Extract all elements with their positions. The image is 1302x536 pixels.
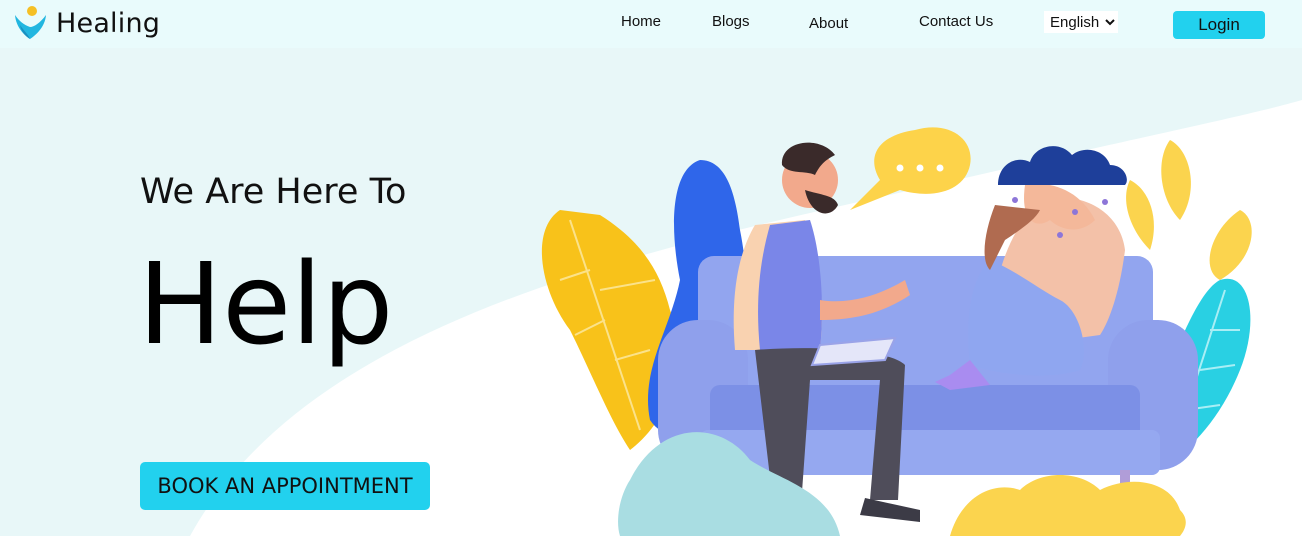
login-button[interactable]: Login	[1173, 11, 1265, 39]
brand-name: Healing	[56, 7, 161, 39]
therapy-session-illustration	[541, 127, 1252, 536]
navbar: Healing Home Blogs About Contact Us Engl…	[0, 0, 1302, 48]
nav-about-link[interactable]: About	[809, 15, 848, 32]
heart-person-logo-icon	[15, 6, 46, 39]
language-select[interactable]: English	[1044, 11, 1118, 33]
book-appointment-button[interactable]: BOOK AN APPOINTMENT	[140, 462, 430, 510]
hero-title: Help	[138, 240, 394, 370]
brand[interactable]: Healing	[12, 2, 160, 44]
rain-cloud-icon	[998, 146, 1127, 185]
nav-home-link[interactable]: Home	[621, 13, 661, 30]
nav-contact-link[interactable]: Contact Us	[919, 13, 993, 30]
nav-blogs-link[interactable]: Blogs	[712, 13, 750, 30]
hero-subtitle: We Are Here To	[140, 172, 407, 212]
speech-bubble-icon	[850, 127, 971, 210]
